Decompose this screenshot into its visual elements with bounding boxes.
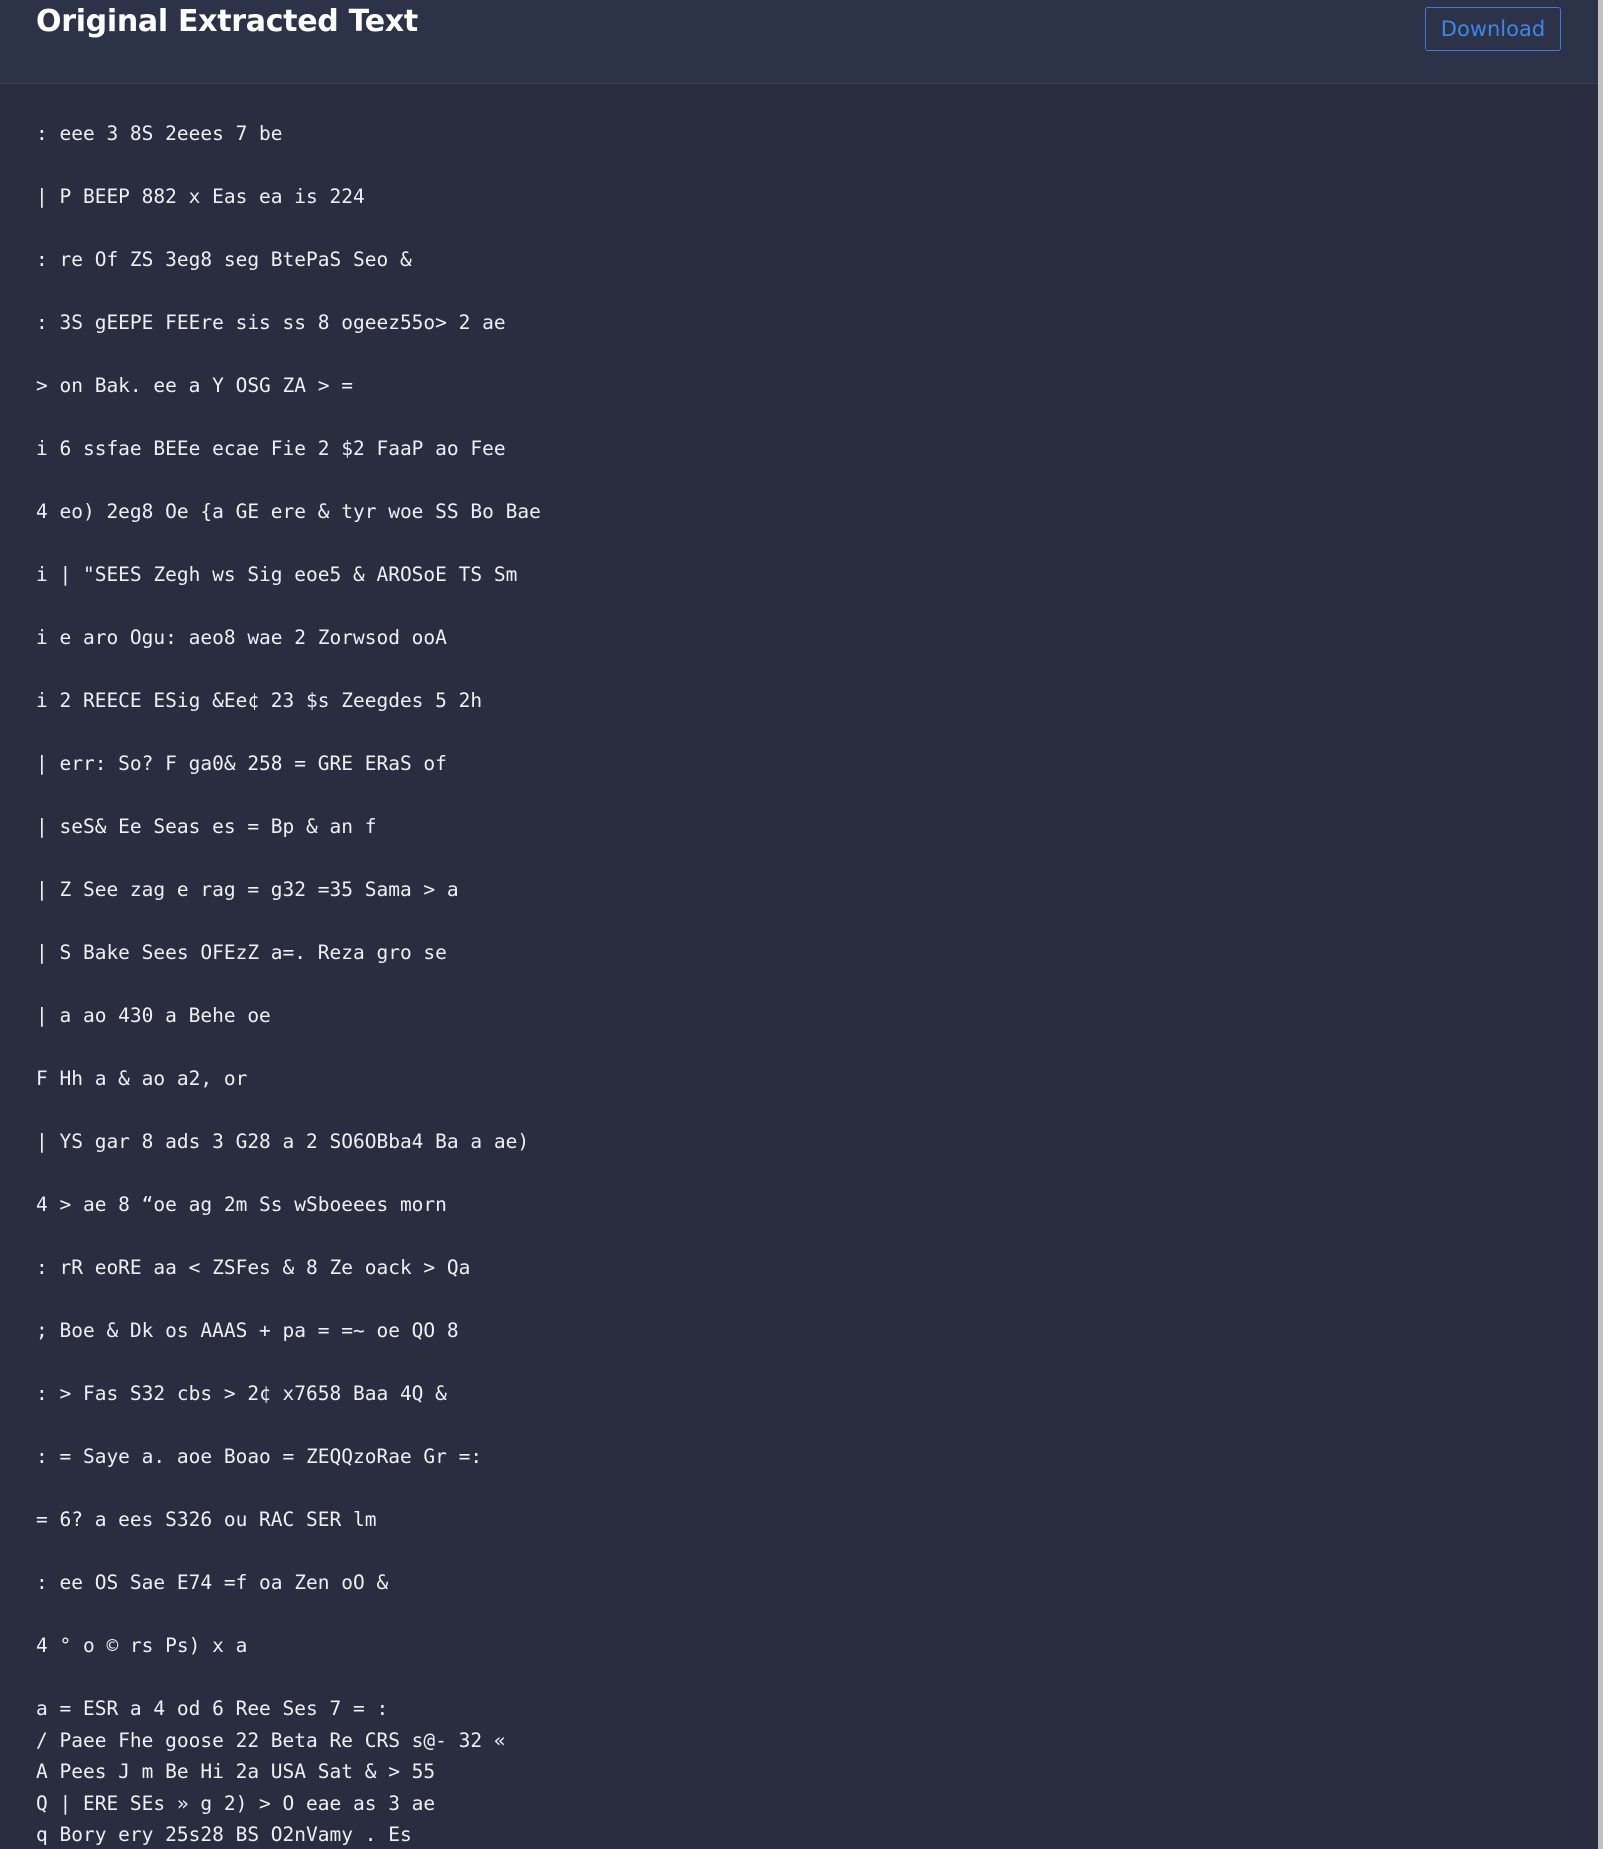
text-line: i 6 ssfae BEEe ecae Fie 2 $2 FaaP ao Fee — [36, 437, 506, 460]
text-line: 4 ° o © rs Ps) x a — [36, 1634, 248, 1657]
text-line: i 2 REECE ESig &Ee¢ 23 $s Zeegdes 5 2h — [36, 689, 483, 712]
text-line: 4 > ae 8 “oe ag 2m Ss wSboeees morn — [36, 1193, 447, 1216]
text-line: | S Bake Sees OFEzZ a=. Reza gro se — [36, 941, 447, 964]
header-bar: Original Extracted Text Download — [0, 0, 1598, 84]
text-line: : ee OS Sae E74 =f oa Zen oO & — [36, 1571, 389, 1594]
text-line: i | "SEES Zegh ws Sig eoe5 & AROSoE TS S… — [36, 563, 518, 586]
document-viewer[interactable]: Original Extracted Text Download : eee 3… — [0, 0, 1598, 1849]
text-line: | a ao 430 a Behe oe — [36, 1004, 271, 1027]
text-line: : eee 3 8S 2eees 7 be — [36, 122, 283, 145]
download-button[interactable]: Download — [1425, 7, 1561, 51]
text-line: > on Bak. ee a Y OSG ZA > = — [36, 374, 353, 397]
extracted-text-block: : eee 3 8S 2eees 7 be | P BEEP 882 x Eas … — [36, 118, 1576, 1849]
text-line: : rR eoRE aa < ZSFes & 8 Ze oack > Qa — [36, 1256, 471, 1279]
text-line: | Z See zag e rag = g32 =35 Sama > a — [36, 878, 459, 901]
text-line: 4 eo) 2eg8 Oe {a GE ere & tyr woe SS Bo … — [36, 500, 541, 523]
text-line: Q | ERE SEs » g 2) > O eae as 3 ae — [36, 1791, 436, 1815]
page-title: Original Extracted Text — [36, 4, 418, 39]
text-line: | YS gar 8 ads 3 G28 a 2 SO6OBba4 Ba a a… — [36, 1130, 530, 1153]
text-line: A Pees J m Be Hi 2a USA Sat & > 55 — [36, 1760, 436, 1783]
text-line: : 3S gEEPE FEEre sis ss 8 ogeez55o> 2 ae — [36, 311, 506, 334]
text-line: : > Fas S32 cbs > 2¢ x7658 Baa 4Q & — [36, 1382, 447, 1405]
text-line: : re Of ZS 3eg8 seg BtePaS Seo & — [36, 248, 412, 271]
text-line: a = ESR a 4 od 6 Ree Ses 7 = : — [36, 1697, 389, 1720]
text-line: q Bory ery 25s28 BS O2nVamy . Es — [36, 1823, 412, 1846]
scrollbar-thumb[interactable] — [1598, 0, 1603, 1849]
text-line: = 6? a ees S326 ou RAC SER lm — [36, 1508, 377, 1531]
text-line: | err: So? F ga0& 258 = GRE ERaS of — [36, 752, 447, 775]
text-line: F Hh a & ao a2, or — [36, 1067, 248, 1090]
text-line: : = Saye a. aoe Boao = ZEQQzoRae Gr =: — [36, 1445, 483, 1468]
text-line: | seS& Ee Seas es = Bp & an f — [36, 815, 377, 838]
text-line: | P BEEP 882 x Eas ea is 224 — [36, 185, 365, 208]
text-line: i e aro Ogu: aeo8 wae 2 Zorwsod ooA — [36, 626, 447, 649]
text-line: ; Boe & Dk os AAAS + pa = =~ oe QO 8 — [36, 1319, 459, 1342]
text-line: / Paee Fhe goose 22 Beta Re CRS s@- 32 « — [36, 1728, 506, 1752]
